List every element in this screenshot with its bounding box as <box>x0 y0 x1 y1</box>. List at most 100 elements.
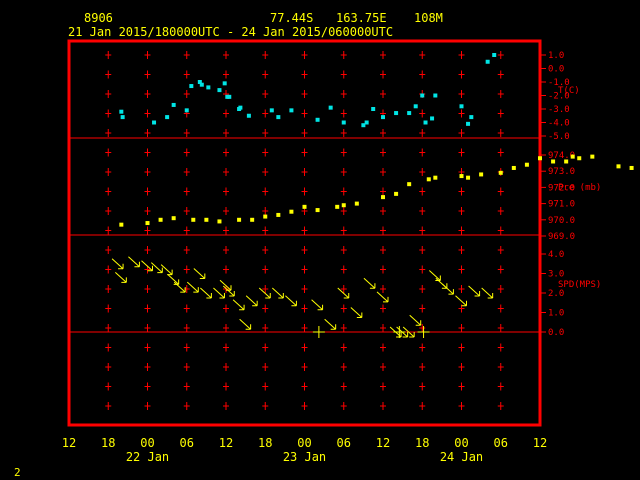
grid-cross <box>183 265 190 274</box>
wind-arrow <box>363 277 376 289</box>
pres-tick-label: 971.0 <box>548 200 575 210</box>
x-tick-label: 12 <box>62 436 76 450</box>
grid-cross <box>497 51 504 59</box>
grid-cross <box>262 265 269 274</box>
pressure-point <box>381 195 385 200</box>
grid-cross <box>497 187 504 196</box>
temp-point <box>227 94 232 99</box>
grid-cross <box>301 285 308 293</box>
wind-arrow <box>232 299 245 311</box>
grid-cross <box>144 324 151 332</box>
grid-cross <box>340 246 347 254</box>
grid-cross <box>419 207 426 215</box>
pressure-point <box>616 164 621 169</box>
grid-cross <box>105 343 112 352</box>
temp-point <box>469 115 474 120</box>
wind-arrow <box>409 314 422 326</box>
pressure-point <box>263 214 268 219</box>
grid-cross <box>262 382 269 391</box>
grid-cross <box>380 246 386 254</box>
grid-cross <box>223 70 229 79</box>
grid-cross <box>340 148 347 157</box>
grid-cross <box>380 70 386 79</box>
wind-arrow <box>186 281 199 293</box>
grid-cross <box>380 148 386 157</box>
temp-point <box>120 115 125 120</box>
wind-arrow <box>173 281 186 293</box>
grid-cross <box>380 168 386 176</box>
pres-tick-label: 973.0 <box>548 167 575 177</box>
grid-cross <box>183 382 190 391</box>
temp-point <box>276 115 281 120</box>
temp-point <box>430 116 435 121</box>
grid-cross <box>105 187 112 196</box>
grid-cross <box>301 246 308 254</box>
grid-cross <box>340 207 347 215</box>
grid-cross <box>497 265 504 274</box>
grid-cross <box>223 129 229 137</box>
grid-cross <box>497 109 504 118</box>
grid-cross <box>105 324 112 332</box>
pressure-point <box>341 203 346 208</box>
pressure-point <box>250 217 255 222</box>
grid-cross <box>144 402 151 410</box>
grid-cross <box>419 168 426 176</box>
grid-cross <box>223 304 229 313</box>
grid-cross <box>497 70 504 79</box>
grid-cross <box>144 246 151 254</box>
grid-cross <box>458 51 465 59</box>
grid-cross <box>144 70 151 79</box>
grid-cross <box>301 70 308 79</box>
wind-arrow <box>428 270 441 281</box>
x-tick-label: 00 <box>297 436 311 450</box>
grid-cross <box>380 51 386 59</box>
temp-axis-label: T(C) <box>558 86 580 96</box>
pres-axis-label: Pre (mb) <box>558 183 601 193</box>
grid-cross <box>340 363 347 371</box>
temp-point <box>459 104 464 109</box>
grid-cross <box>380 382 386 391</box>
wind-arrow <box>193 268 206 279</box>
temp-point <box>184 108 189 113</box>
pressure-point <box>511 165 516 170</box>
grid-cross <box>340 187 347 196</box>
wind-arrow <box>481 287 494 299</box>
grid-cross <box>497 246 504 254</box>
grid-cross <box>458 324 465 332</box>
temperature-series <box>119 53 497 128</box>
grid-cross <box>105 304 112 313</box>
grid-cross <box>458 246 465 254</box>
grid-cross <box>458 109 465 118</box>
temp-point <box>217 88 222 93</box>
temp-point <box>222 81 227 86</box>
x-date-label: 23 Jan <box>283 450 326 464</box>
pres-tick-label: 970.0 <box>548 216 575 226</box>
wind-arrow <box>285 295 297 307</box>
grid-cross <box>262 402 269 410</box>
pressure-point <box>479 172 484 177</box>
grid-cross <box>144 285 151 293</box>
temp-point <box>269 108 274 113</box>
pressure-point <box>158 217 163 222</box>
pressure-point <box>524 162 529 167</box>
grid-cross <box>340 70 347 79</box>
grid-cross <box>105 402 112 410</box>
page-number: 2 <box>14 466 21 479</box>
temp-point <box>238 105 243 110</box>
grid-cross <box>340 402 347 410</box>
grid-cross <box>419 187 426 196</box>
grid-cross <box>419 265 426 274</box>
wind-tick-label: 3.0 <box>548 270 564 280</box>
pressure-point <box>407 182 412 187</box>
pressure-point <box>335 204 340 209</box>
grid-cross <box>183 207 190 215</box>
wind-arrow <box>442 283 454 295</box>
wind-axis-label: SPD(MPS) <box>558 280 601 290</box>
temp-point <box>341 120 346 125</box>
grid-cross <box>380 207 386 215</box>
grid-cross <box>301 343 308 352</box>
grid-cross <box>262 51 269 59</box>
grid-cross <box>340 129 347 137</box>
temp-point <box>152 120 157 125</box>
temp-point <box>485 59 490 64</box>
